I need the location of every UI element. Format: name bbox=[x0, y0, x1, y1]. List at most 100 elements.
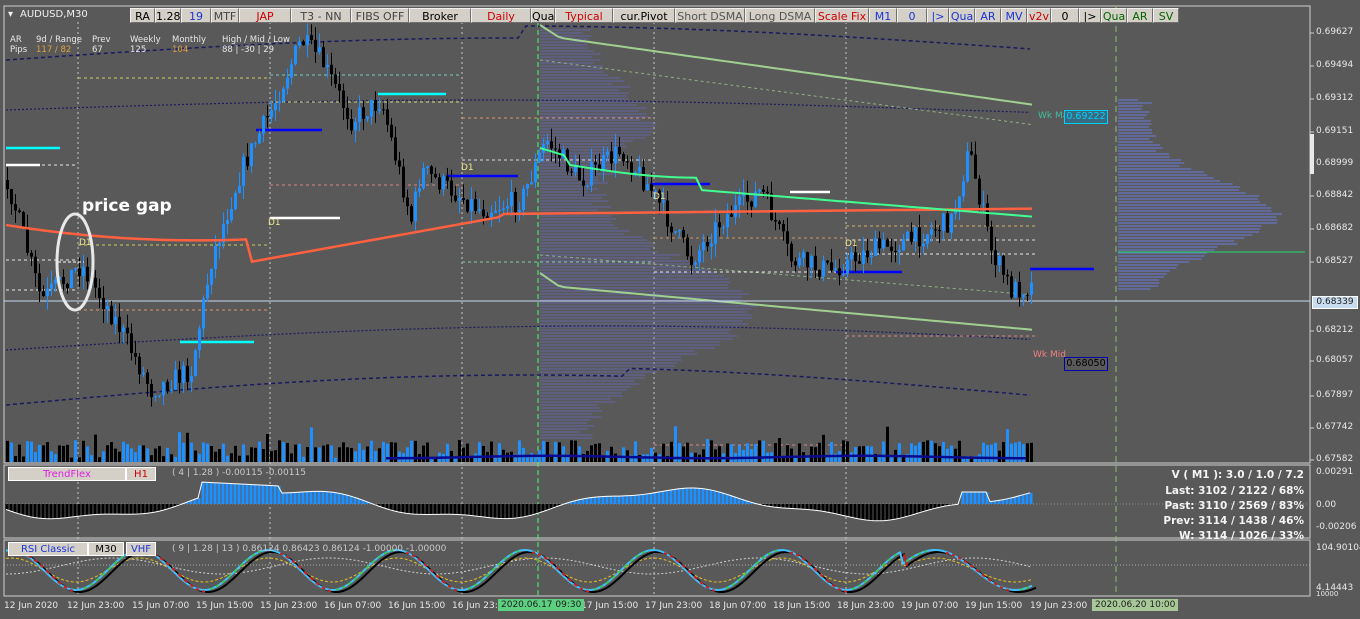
toolbar-button-6[interactable]: FIBS OFF bbox=[351, 8, 409, 23]
toolbar-button-15[interactable]: M1 bbox=[869, 8, 897, 23]
volume-bar bbox=[862, 446, 865, 462]
volume-bar bbox=[22, 456, 25, 462]
toolbar-button-21[interactable]: v2v bbox=[1027, 8, 1051, 23]
price-chart[interactable] bbox=[0, 0, 1360, 619]
candle-body bbox=[802, 252, 805, 258]
candle-body bbox=[854, 252, 857, 262]
rsi-up-segment bbox=[233, 568, 238, 573]
chart-window[interactable]: ▾ AUDUSD,M30 RA 1.28 19 MTF JAP T3 - NN FIBS O… bbox=[0, 0, 1360, 619]
toolbar-button-1[interactable]: 1.28 bbox=[155, 8, 181, 23]
toolbar-button-9[interactable]: Qua bbox=[531, 8, 555, 23]
candle-body bbox=[302, 41, 305, 46]
candle-body bbox=[874, 238, 877, 256]
toolbar-button-0[interactable]: RA bbox=[130, 8, 155, 23]
info-weekly-value: 125 bbox=[130, 45, 147, 55]
toolbar-button-24[interactable]: Qua bbox=[1101, 8, 1127, 23]
price-axis-label: 0.69151 bbox=[1316, 126, 1354, 136]
rsi-params: ( 9 | 1.28 | 13 ) 0.86124 0.86423 0.8612… bbox=[172, 544, 447, 554]
toolbar-button-7[interactable]: Broker bbox=[409, 8, 471, 23]
time-axis-label: 12 Jun 23:00 bbox=[67, 601, 125, 611]
rsi-vhf-button[interactable]: VHF bbox=[126, 542, 156, 556]
trendflex-tf-button[interactable]: H1 bbox=[126, 467, 156, 481]
trendflex-axis-top: 0.00291 bbox=[1316, 467, 1354, 477]
candle-body bbox=[930, 229, 933, 235]
toolbar-button-18[interactable]: Qua bbox=[949, 8, 975, 23]
volume-bar bbox=[146, 448, 149, 462]
toolbar-button-23[interactable]: |> bbox=[1079, 8, 1101, 23]
rsi-up-segment bbox=[335, 588, 340, 591]
candle-body bbox=[1018, 281, 1021, 298]
toolbar-button-19[interactable]: AR bbox=[975, 8, 1001, 23]
toolbar-button-4[interactable]: JAP bbox=[239, 8, 291, 23]
volume-bar bbox=[602, 457, 605, 462]
candle-body bbox=[1026, 294, 1029, 296]
toolbar-button-8[interactable]: Daily bbox=[471, 8, 531, 23]
candle-body bbox=[902, 239, 905, 251]
candle-body bbox=[70, 269, 73, 289]
toolbar-button-14[interactable]: Scale Fix bbox=[815, 8, 869, 23]
volume-bar bbox=[370, 440, 373, 462]
toolbar-button-10[interactable]: Typical bbox=[555, 8, 613, 23]
candle-body bbox=[134, 352, 137, 357]
toolbar-button-17[interactable]: |> bbox=[927, 8, 949, 23]
volume-bar bbox=[214, 451, 217, 462]
volume-bar bbox=[870, 446, 873, 462]
candle-body bbox=[710, 243, 713, 247]
candle-body bbox=[1014, 281, 1017, 298]
volume-bar bbox=[798, 443, 801, 462]
volume-bar bbox=[790, 448, 793, 462]
candle-body bbox=[398, 160, 401, 167]
toolbar-button-2[interactable]: 19 bbox=[181, 8, 211, 23]
candle-body bbox=[774, 219, 777, 222]
candle-body bbox=[322, 47, 325, 68]
toolbar-button-16[interactable]: 0 bbox=[897, 8, 927, 23]
candle-body bbox=[534, 162, 537, 183]
toolbar-button-3[interactable]: MTF bbox=[211, 8, 239, 23]
candle-body bbox=[770, 193, 773, 220]
trendflex-params: ( 4 | 1.28 ) -0.00115 -0.00115 bbox=[172, 468, 306, 478]
toolbar-button-25[interactable]: AR bbox=[1127, 8, 1153, 23]
toolbar-button-26[interactable]: SV bbox=[1153, 8, 1179, 23]
toolbar-button-13[interactable]: Long DSMA bbox=[745, 8, 815, 23]
price-axis-label: 0.68057 bbox=[1316, 355, 1354, 365]
candle-body bbox=[234, 192, 237, 209]
volume-bar bbox=[850, 452, 853, 462]
volume-bar bbox=[986, 445, 989, 462]
volume-bar bbox=[930, 440, 933, 462]
toolbar-button-22[interactable]: 0 bbox=[1051, 8, 1079, 23]
info-prev-value: 67 bbox=[92, 45, 103, 55]
wk-mid-value: 0.68050 bbox=[1064, 357, 1108, 371]
toolbar-button-5[interactable]: T3 - NN bbox=[291, 8, 351, 23]
candle-body bbox=[1002, 256, 1005, 275]
candle-body bbox=[338, 83, 341, 91]
rsi-name-button[interactable]: RSI Classic bbox=[8, 542, 88, 556]
candle-body bbox=[130, 333, 133, 353]
candle-body bbox=[214, 245, 217, 269]
toolbar-button-12[interactable]: Short DSMA bbox=[675, 8, 745, 23]
toolbar-button-11[interactable]: cur.Pivot bbox=[613, 8, 675, 23]
toolbar-button-20[interactable]: MV bbox=[1001, 8, 1027, 23]
candle-body bbox=[858, 261, 861, 264]
volume-bar bbox=[310, 427, 313, 462]
candle-body bbox=[62, 277, 65, 284]
chart-symbol: AUDUSD,M30 bbox=[20, 9, 88, 20]
volume-bar bbox=[702, 449, 705, 462]
candle-body bbox=[650, 184, 653, 191]
volume-bar bbox=[350, 447, 353, 462]
trendflex-name-button[interactable]: TrendFlex bbox=[8, 467, 126, 481]
candle-body bbox=[482, 209, 485, 217]
candle-body bbox=[826, 260, 829, 263]
volume-bar bbox=[66, 444, 69, 462]
rsi-down-segment bbox=[69, 588, 74, 592]
d1-label: D1 bbox=[845, 239, 858, 249]
price-axis-label: 0.67582 bbox=[1316, 454, 1354, 464]
candle-body bbox=[42, 291, 45, 296]
volume-bar bbox=[194, 450, 197, 462]
rsi-up-segment bbox=[863, 579, 868, 584]
volume-bar bbox=[342, 442, 345, 462]
rsi-tf-button[interactable]: M30 bbox=[88, 542, 124, 556]
rsi-up-segment bbox=[491, 567, 496, 572]
volume-bar bbox=[266, 434, 269, 462]
candle-body bbox=[830, 262, 833, 271]
candle-body bbox=[358, 107, 361, 122]
